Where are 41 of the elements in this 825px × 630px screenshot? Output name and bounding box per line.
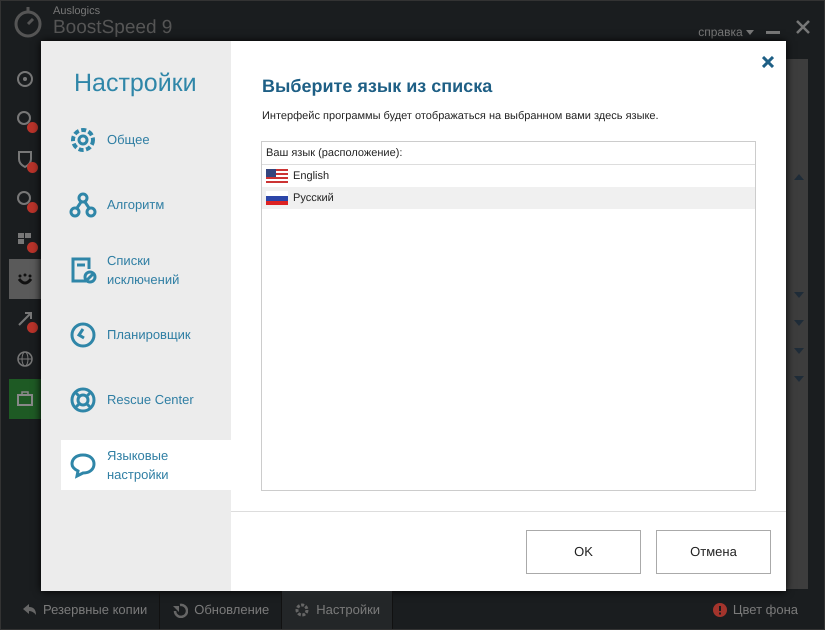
description-text: Интерфейс программы будет отображаться на выбранном вами здесь языке.: [262, 109, 660, 124]
shield-icon: [15, 149, 35, 169]
flag-icon: [266, 191, 288, 205]
nav-item[interactable]: Общее: [61, 114, 231, 164]
refresh-icon: [172, 602, 188, 618]
flag-icon: [266, 169, 288, 183]
target-icon: [15, 69, 35, 89]
document-icon: [69, 256, 97, 284]
ok-button[interactable]: OK: [526, 530, 641, 574]
dialog-heading: Выберите язык из списка: [262, 75, 494, 98]
clock-icon: [69, 320, 97, 348]
sidebar-title: Настройки: [73, 68, 198, 99]
nav-item[interactable]: Планировщик: [61, 310, 231, 360]
background-color-link[interactable]: Цвет фона: [700, 591, 810, 629]
bottom-tab[interactable]: Резервные копии: [9, 591, 160, 629]
language-item[interactable]: Русский: [262, 187, 755, 209]
cancel-button[interactable]: Отмена: [656, 530, 771, 574]
rail-button[interactable]: [9, 379, 41, 419]
briefcase-icon: [15, 389, 35, 409]
lifebuoy-icon: [69, 386, 97, 414]
nodes-icon: [69, 190, 97, 218]
close-icon: [762, 56, 774, 68]
rail-button[interactable]: [9, 259, 41, 299]
gear-icon: [69, 126, 97, 154]
help-menu[interactable]: справка: [698, 23, 754, 41]
minimize-icon: [766, 31, 780, 34]
bottom-tab[interactable]: Настройки: [282, 591, 394, 629]
close-icon: [796, 20, 810, 34]
gear-icon: [294, 602, 310, 618]
column-header: Ваш язык (расположение):: [262, 142, 755, 165]
alert-icon: [712, 603, 727, 617]
app-title: BoostSpeed 9: [53, 17, 172, 39]
language-item[interactable]: English: [262, 165, 755, 187]
nav-item[interactable]: Списки исключений: [61, 244, 231, 294]
nav-item[interactable]: Rescue Center: [61, 374, 231, 424]
nav-item[interactable]: Языковые настройки: [61, 440, 231, 490]
caret-icon: [746, 30, 754, 36]
nav-item[interactable]: Алгоритм: [61, 180, 231, 230]
speech-bubble-icon: [69, 450, 97, 478]
vendor-name: Auslogics: [53, 5, 102, 17]
globe-icon: [15, 349, 35, 369]
